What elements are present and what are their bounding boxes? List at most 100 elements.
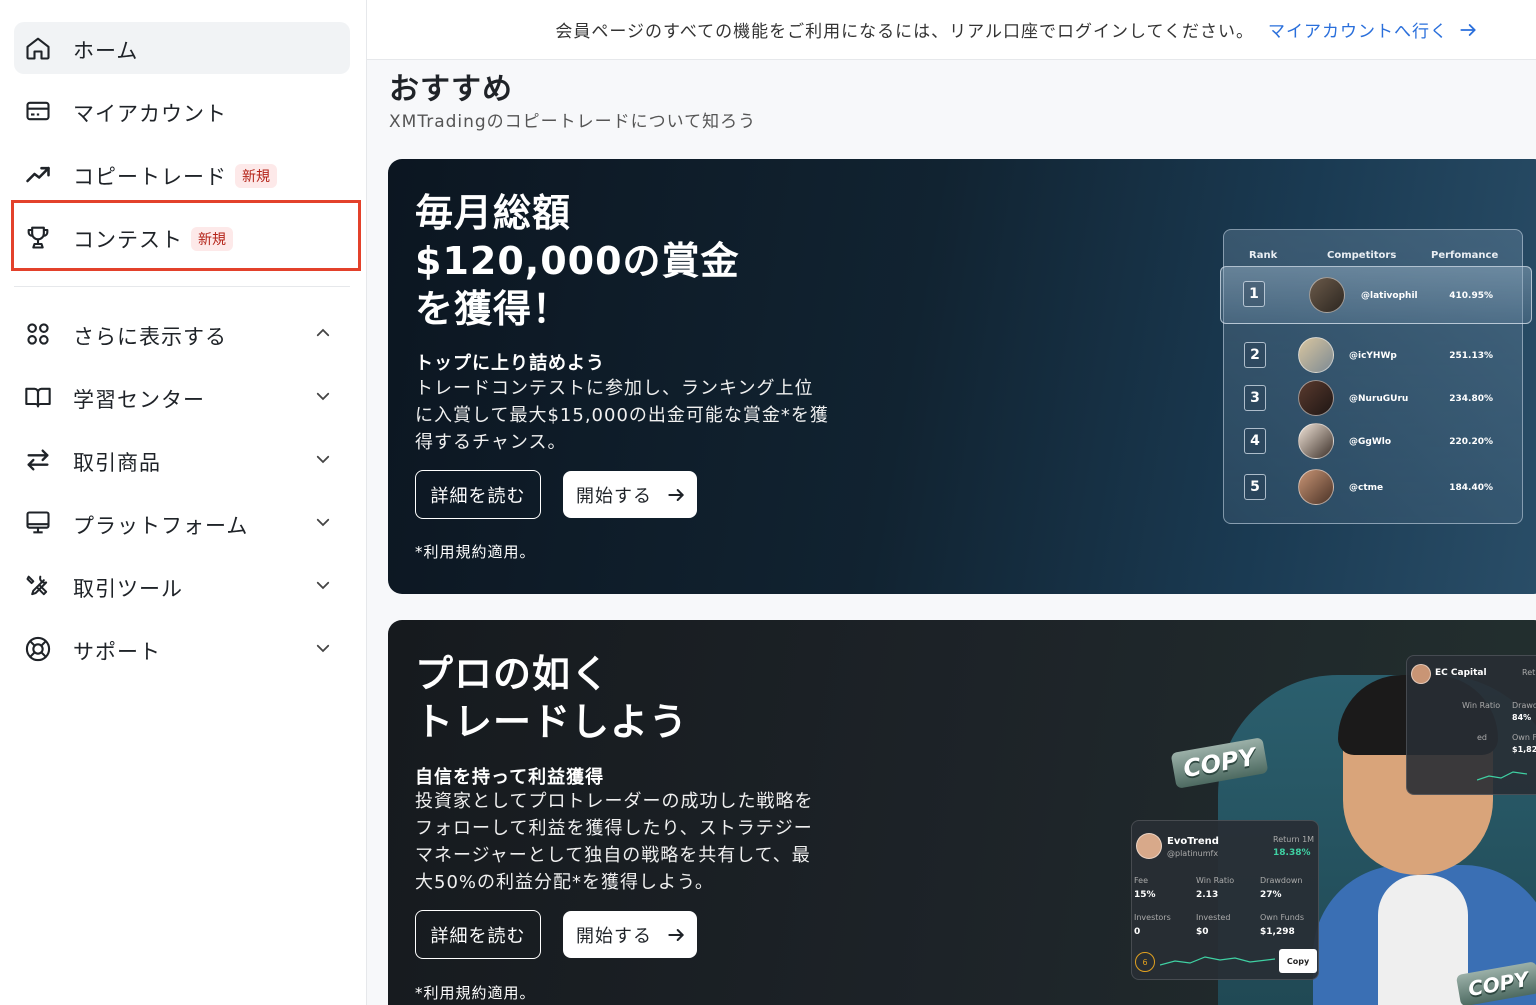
evotrend-return-value: 18.38% — [1273, 848, 1311, 858]
leaderboard-performance: 251.13% — [1449, 351, 1493, 361]
leaderboard-performance: 184.40% — [1449, 483, 1493, 493]
ec-capital-win-label: Win Ratio — [1462, 701, 1501, 710]
card-body: トレードコンテストに参加し、ランキング上位 に入賞して最大$15,000の出金可… — [415, 375, 835, 456]
card-body-line: に入賞して最大$15,000の出金可能な賞金*を獲 — [415, 405, 829, 426]
card-body-line: フォローして利益を獲得したり、ストラテジー — [415, 818, 813, 839]
home-icon — [24, 34, 52, 62]
sidebar-item-trading-products[interactable]: 取引商品 — [14, 434, 350, 486]
level-badge: 6 — [1135, 952, 1155, 972]
sidebar-divider — [14, 286, 350, 287]
chevron-down-icon[interactable] — [312, 511, 334, 533]
evotrend-invested-value: $0 — [1196, 927, 1209, 937]
new-badge: 新規 — [235, 164, 277, 188]
card-body: 投資家としてプロトレーダーの成功した戦略を フォローして利益を獲得したり、ストラ… — [415, 788, 835, 896]
card-title-line: トレードしよう — [415, 700, 689, 744]
ec-capital-own-value: $1,820 — [1512, 745, 1536, 754]
card-title-line: を獲得！ — [415, 287, 572, 331]
evotrend-card: EvoTrend @platinumfx Return 1M 18.38% Fe… — [1131, 820, 1319, 980]
leaderboard-performance: 410.95% — [1449, 291, 1493, 301]
read-more-button[interactable]: 詳細を読む — [415, 910, 541, 959]
start-button-label: 開始する — [576, 925, 652, 947]
leaderboard-row: 2 @icYHWp 251.13% — [1234, 335, 1514, 375]
sidebar-item-label: 取引ツール — [73, 577, 183, 601]
my-account-link[interactable]: マイアカウントへ行く — [1268, 17, 1478, 42]
mini-chart-line — [1160, 956, 1275, 966]
chevron-down-icon[interactable] — [312, 448, 334, 470]
leaderboard-rank: 2 — [1244, 342, 1266, 368]
leaderboard-graphic: Rank Competitors Perfomance 1 @lativophi… — [1220, 229, 1532, 524]
copy-trade-promo-card: プロの如く トレードしよう 自信を持って利益獲得 投資家としてプロトレーダーの成… — [388, 620, 1536, 1005]
leaderboard-row: 4 @GgWlo 220.20% — [1234, 421, 1514, 461]
sidebar-item-label: 取引商品 — [73, 451, 161, 475]
evotrend-drawdown-value: 27% — [1260, 890, 1282, 900]
avatar — [1136, 833, 1162, 859]
leaderboard-header-competitors: Competitors — [1327, 250, 1397, 261]
ec-capital-card: EC Capital Ret Win Ratio Drawd 84% ed Ow… — [1406, 655, 1536, 795]
grid-icon — [24, 320, 52, 348]
leaderboard-name: @lativophil — [1361, 291, 1418, 301]
evotrend-fee-label: Fee — [1134, 876, 1149, 885]
sidebar-item-show-more[interactable]: さらに表示する — [14, 308, 350, 360]
leaderboard-header-performance: Perfomance — [1431, 250, 1499, 261]
mini-chart-line — [1477, 771, 1527, 781]
app-root: ホーム マイアカウント コピートレード 新規 コンテスト 新規 さらに表示する … — [0, 0, 1536, 1005]
sidebar-item-home[interactable]: ホーム — [14, 22, 350, 74]
sidebar-item-my-account[interactable]: マイアカウント — [14, 85, 350, 137]
leaderboard-performance: 234.80% — [1449, 394, 1493, 404]
avatar — [1298, 380, 1334, 416]
card-title-line: プロの如く — [415, 652, 611, 696]
evotrend-fee-value: 15% — [1134, 890, 1156, 900]
avatar — [1309, 277, 1345, 313]
evotrend-return-label: Return 1M — [1273, 835, 1315, 844]
chevron-up-icon[interactable] — [312, 322, 334, 344]
sidebar-item-trading-tools[interactable]: 取引ツール — [14, 560, 350, 612]
read-more-button[interactable]: 詳細を読む — [415, 470, 541, 519]
evotrend-invested-label: Invested — [1196, 913, 1231, 922]
leaderboard-row: 5 @ctme 184.40% — [1234, 467, 1514, 507]
evotrend-investors-label: Investors — [1134, 913, 1171, 922]
avatar — [1411, 664, 1431, 684]
start-button[interactable]: 開始する — [563, 911, 697, 958]
ec-capital-drawdown-value: 84% — [1512, 713, 1532, 722]
leaderboard-name: @NuruGUru — [1349, 394, 1409, 404]
chevron-down-icon[interactable] — [312, 385, 334, 407]
leaderboard-header-rank: Rank — [1249, 250, 1278, 261]
ec-capital-return-label: Ret — [1522, 668, 1536, 677]
card-body-line: トレードコンテストに参加し、ランキング上位 — [415, 378, 814, 399]
section-title: おすすめ — [389, 72, 513, 107]
sidebar-item-support[interactable]: サポート — [14, 623, 350, 675]
leaderboard-rank: 1 — [1243, 281, 1265, 307]
leaderboard-rank: 3 — [1244, 385, 1266, 411]
sidebar-item-learning-center[interactable]: 学習センター — [14, 371, 350, 423]
leaderboard-name: @GgWlo — [1349, 437, 1392, 447]
tools-icon — [24, 572, 52, 600]
evotrend-investors-value: 0 — [1134, 927, 1141, 937]
arrow-right-icon — [668, 488, 684, 501]
chevron-down-icon[interactable] — [312, 574, 334, 596]
evotrend-own-label: Own Funds — [1260, 913, 1305, 922]
avatar — [1298, 423, 1334, 459]
card-body-line: 投資家としてプロトレーダーの成功した戦略を — [415, 791, 814, 812]
sidebar-item-label: マイアカウント — [73, 102, 227, 126]
sidebar-item-label: プラットフォーム — [73, 514, 249, 538]
monitor-icon — [24, 509, 52, 537]
sidebar-item-platform[interactable]: プラットフォーム — [14, 497, 350, 549]
arrow-right-icon — [668, 928, 684, 941]
sidebar-item-contest[interactable]: コンテスト 新規 — [14, 211, 350, 263]
card-lead: トップに上り詰めよう — [415, 353, 605, 374]
start-button[interactable]: 開始する — [563, 471, 697, 518]
avatar — [1298, 469, 1334, 505]
card-body-line: 大50%の利益分配*を獲得しよう。 — [415, 872, 714, 893]
chevron-down-icon[interactable] — [312, 637, 334, 659]
sidebar-item-copy-trade[interactable]: コピートレード 新規 — [14, 148, 350, 200]
section-subtitle: XMTradingのコピートレードについて知ろう — [389, 112, 757, 132]
sidebar-item-label: ホーム — [73, 39, 139, 63]
card-title-line: 毎月総額 — [415, 191, 572, 235]
ec-capital-drawdown-label: Drawd — [1512, 701, 1536, 710]
evotrend-win-value: 2.13 — [1196, 890, 1219, 900]
login-notice-text: 会員ページのすべての機能をご利用になるには、リアル口座でログインしてください。 — [555, 22, 1254, 42]
trader-photo-shirt — [1378, 875, 1468, 1005]
evotrend-name: EvoTrend — [1167, 836, 1219, 847]
evotrend-own-value: $1,298 — [1260, 927, 1295, 937]
evotrend-drawdown-label: Drawdown — [1260, 876, 1303, 885]
